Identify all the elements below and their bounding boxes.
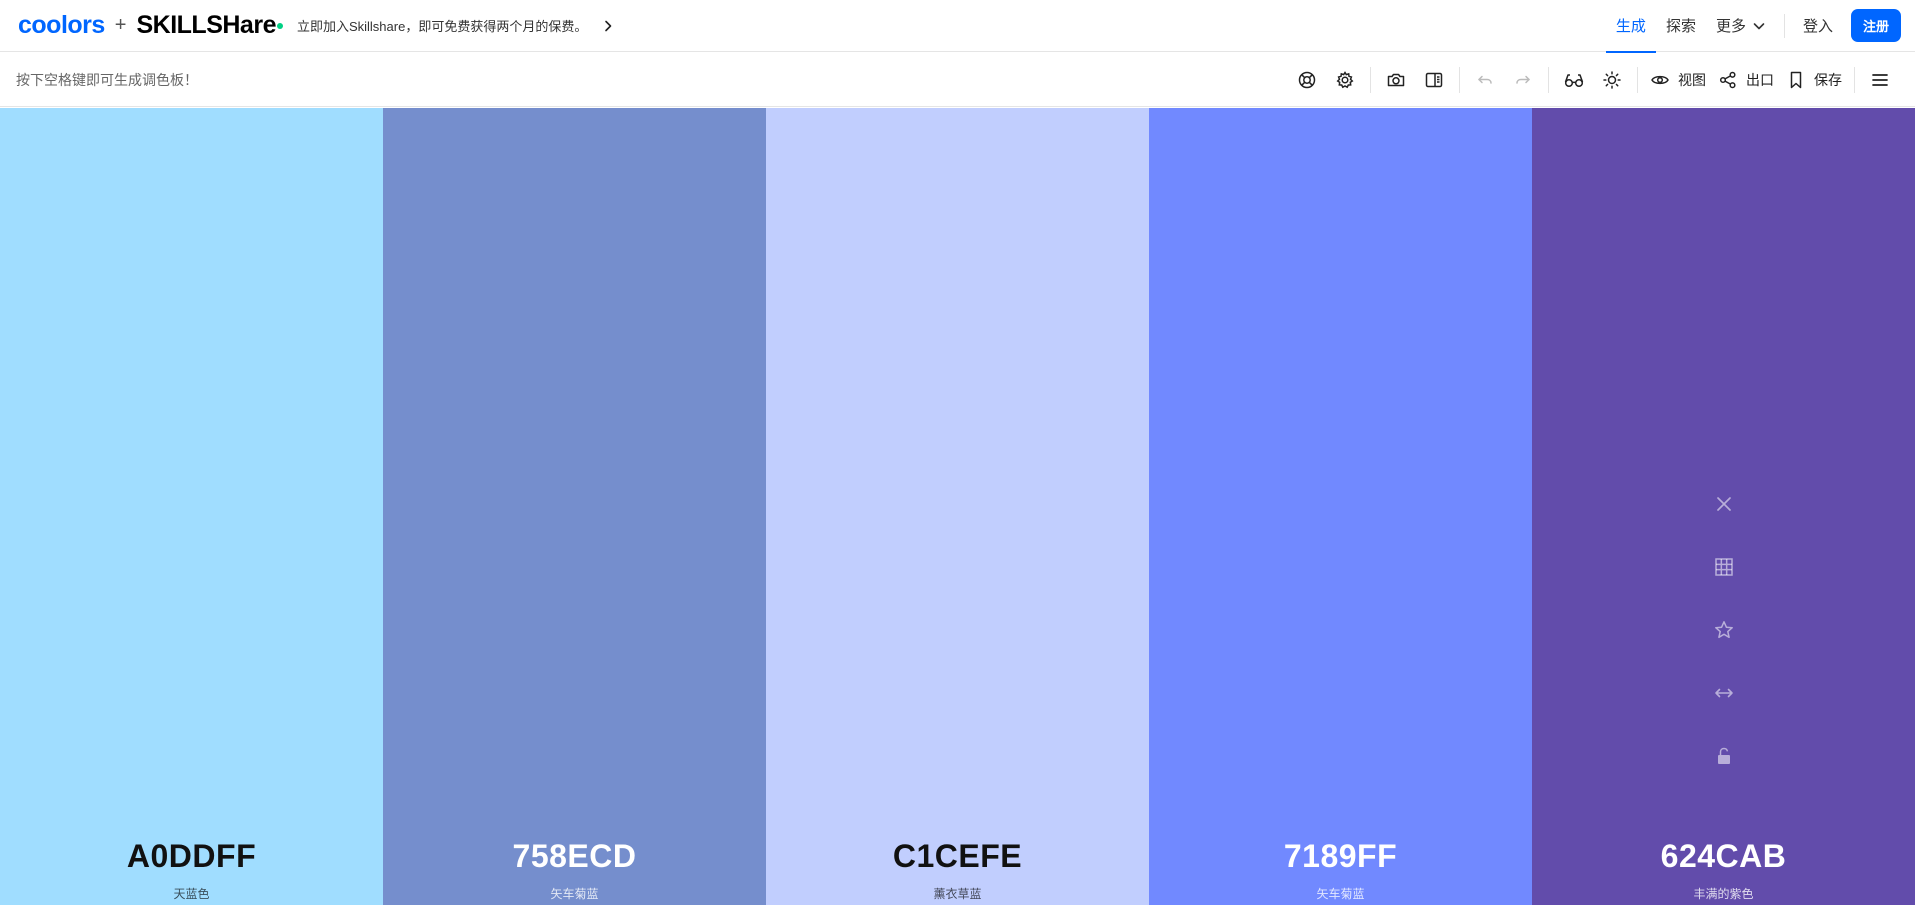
skillshare-logo: SKILLSHare — [136, 11, 276, 39]
brand[interactable]: coolors + SKILLSHare 立即加入Skillshare，即可免费… — [18, 0, 615, 52]
swatch-tools — [1704, 484, 1744, 799]
export-label: 出口 — [1746, 71, 1774, 88]
spacebar-hint: 按下空格键即可生成调色板！ — [16, 71, 198, 88]
swatch-color-name: 薰衣草蓝 — [933, 887, 982, 901]
nav-more[interactable]: 更多 — [1706, 0, 1776, 52]
promo-text[interactable]: 立即加入Skillshare，即可免费获得两个月的保费。 — [297, 16, 587, 35]
nav-more-label: 更多 — [1715, 18, 1746, 35]
color-swatch[interactable]: 624CAB 丰满的紫色 — [1532, 108, 1915, 905]
color-swatch[interactable]: 7189FF 矢车菊蓝 — [1149, 108, 1532, 905]
top-nav-bar: coolors + SKILLSHare 立即加入Skillshare，即可免费… — [0, 0, 1915, 53]
unlock-icon[interactable] — [1704, 736, 1744, 776]
redo-icon[interactable] — [1504, 61, 1542, 99]
skillshare-dot-icon — [276, 22, 283, 29]
nav-right: 生成 探索 更多 登入 注册 — [1605, 0, 1915, 53]
menu-icon[interactable] — [1861, 61, 1899, 99]
swatch-color-name: 丰满的紫色 — [1693, 887, 1754, 901]
signup-button[interactable]: 注册 — [1850, 9, 1901, 42]
undo-icon[interactable] — [1466, 61, 1504, 99]
lifebuoy-icon[interactable] — [1288, 61, 1326, 99]
drag-horizontal-icon[interactable] — [1704, 673, 1744, 713]
color-swatch[interactable]: 758ECD 矢车菊蓝 — [383, 108, 766, 905]
generator-toolbar: 按下空格键即可生成调色板！ 视图 出口 保存 — [0, 53, 1915, 107]
export-button[interactable]: 出口 — [1712, 61, 1780, 99]
toolbar-divider — [1548, 66, 1549, 93]
shades-grid-icon[interactable] — [1704, 547, 1744, 587]
swatch-hex-code[interactable]: A0DDFF — [0, 838, 383, 875]
swatch-hex-code[interactable]: 758ECD — [383, 838, 766, 875]
color-swatch[interactable]: C1CEFE 薰衣草蓝 — [766, 108, 1149, 905]
toolbar-divider — [1370, 66, 1371, 93]
view-button[interactable]: 视图 — [1644, 61, 1712, 99]
swatch-color-name: 矢车菊蓝 — [1316, 887, 1365, 901]
nav-divider — [1783, 13, 1785, 38]
swatch-hex-code[interactable]: 624CAB — [1532, 838, 1915, 875]
swatch-hex-code[interactable]: 7189FF — [1149, 838, 1532, 875]
bookmark-icon — [1790, 71, 1802, 88]
eye-icon — [1651, 75, 1669, 84]
toolbar-tools: 视图 出口 保存 — [1288, 53, 1915, 107]
share-icon — [1719, 71, 1736, 88]
chevron-down-icon — [1752, 19, 1766, 33]
nav-explore[interactable]: 探索 — [1656, 0, 1706, 52]
swatch-color-name: 矢车菊蓝 — [550, 887, 599, 901]
nav-generate[interactable]: 生成 — [1605, 0, 1656, 53]
star-icon[interactable] — [1704, 610, 1744, 650]
save-label: 保存 — [1814, 71, 1842, 88]
glasses-icon[interactable] — [1555, 61, 1593, 99]
toolbar-divider — [1459, 66, 1460, 93]
sun-icon[interactable] — [1593, 61, 1631, 99]
close-icon[interactable] — [1704, 484, 1744, 524]
color-swatch[interactable]: A0DDFF 天蓝色 — [0, 108, 383, 905]
save-button[interactable]: 保存 — [1780, 61, 1848, 99]
nav-login[interactable]: 登入 — [1793, 0, 1843, 52]
swatch-color-name: 天蓝色 — [173, 887, 210, 901]
brand-plus: + — [114, 14, 127, 36]
toolbar-divider — [1637, 66, 1638, 93]
chevron-right-icon[interactable] — [601, 19, 615, 33]
view-label: 视图 — [1678, 71, 1706, 88]
coolors-logo: coolors — [18, 11, 105, 39]
swatch-hex-code[interactable]: C1CEFE — [766, 838, 1149, 875]
sidebar-icon[interactable] — [1415, 61, 1453, 99]
toolbar-divider — [1854, 66, 1855, 93]
settings-icon[interactable] — [1326, 61, 1364, 99]
camera-icon[interactable] — [1377, 61, 1415, 99]
color-palette: A0DDFF 天蓝色 758ECD 矢车菊蓝 C1CEFE 薰衣草蓝 7189F… — [0, 108, 1915, 905]
